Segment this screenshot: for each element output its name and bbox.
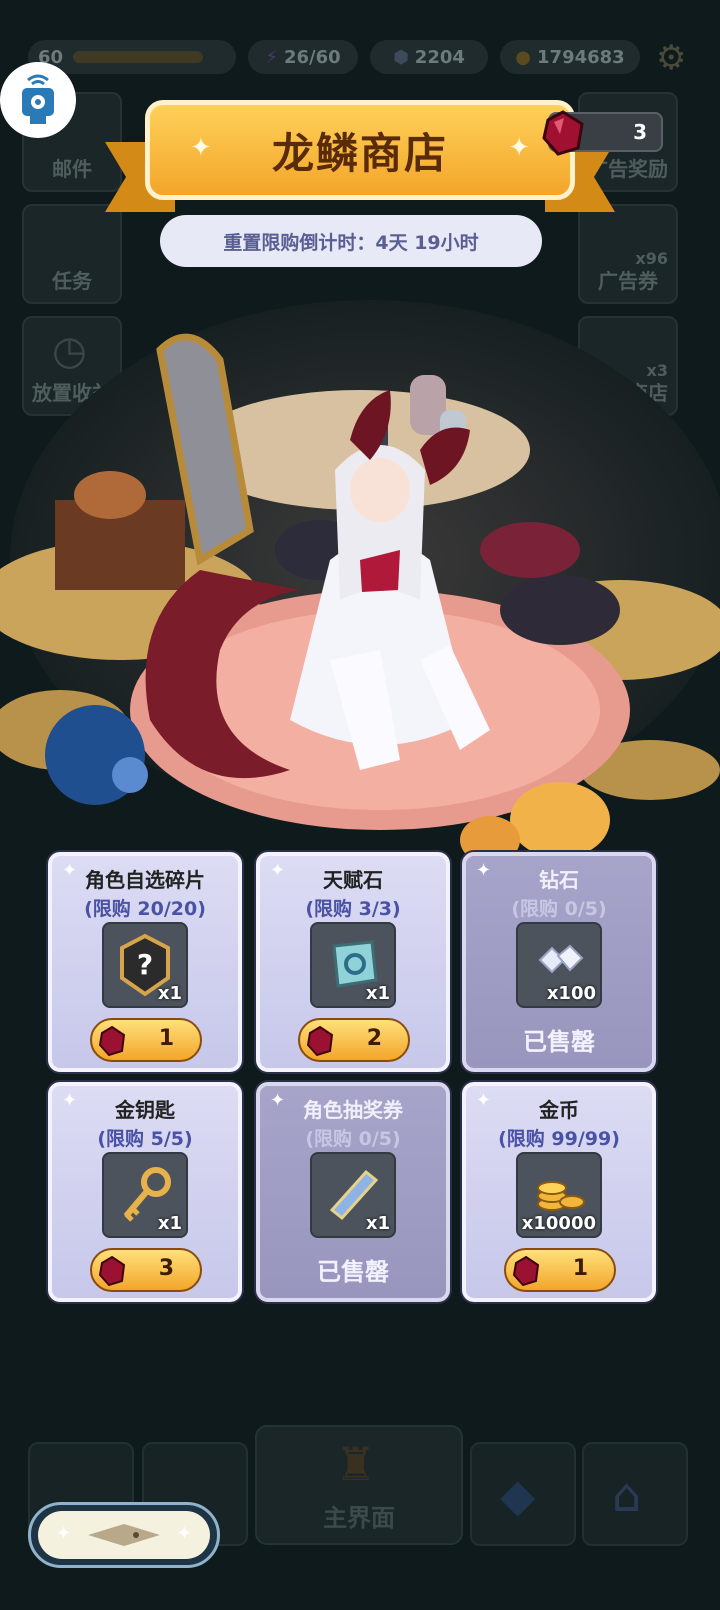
item-purchase-limit: (限购 0/5) [305, 1128, 401, 1150]
sold-out-label: 已售罄 [317, 1258, 389, 1286]
item-purchase-limit: (限购 5/5) [97, 1128, 193, 1150]
item-purchase-limit: (限购 99/99) [498, 1128, 620, 1150]
nav-button[interactable]: ◆ [470, 1442, 576, 1546]
item-name: 天赋石 [323, 868, 383, 892]
shop-title: 龙鳞商店 [271, 128, 448, 178]
dragon-scale-balance-value: 3 [633, 120, 647, 144]
item-name: 金钥匙 [115, 1098, 175, 1122]
item-slot: x1 [310, 1152, 396, 1238]
robot-icon [22, 74, 54, 124]
sparkle-icon: ✦ [56, 1523, 72, 1544]
item-quantity: x1 [365, 983, 390, 1004]
shop-item-card[interactable]: ✦ 角色自选碎片 (限购 20/20) ? x1 1 [48, 852, 242, 1072]
shop-item-card[interactable]: ✦ 金钥匙 (限购 5/5) x1 3 [48, 1082, 242, 1302]
building-icon: ⌂ [612, 1468, 642, 1522]
buy-button[interactable]: 1 [90, 1018, 202, 1062]
gold-counter: ● 1794683 [500, 40, 640, 74]
dragon-girl-illustration [0, 300, 720, 864]
svg-text:?: ? [137, 948, 153, 981]
shop-item-card: ✦ 角色抽奖券 (限购 0/5) x1 已售罄 [256, 1082, 450, 1302]
dragon-scale-gem-icon [538, 108, 588, 163]
item-slot: ? x1 [102, 922, 188, 1008]
main-screen-label: 主界面 [323, 1504, 395, 1532]
item-purchase-limit: (限购 20/20) [84, 898, 206, 920]
item-name: 钻石 [539, 868, 579, 892]
close-shop-button[interactable]: ✦ ✦ [28, 1502, 220, 1568]
item-slot: x10000 [516, 1152, 602, 1238]
item-name: 角色抽奖券 [303, 1098, 403, 1122]
reset-countdown-text: 重置限购倒计时：4天 19小时 [223, 231, 479, 254]
buy-button[interactable]: 3 [90, 1248, 202, 1292]
item-quantity: x1 [157, 1213, 182, 1234]
item-price: 3 [158, 1256, 174, 1281]
item-name: 角色自选碎片 [85, 868, 205, 892]
sparkle-icon: ✦ [190, 133, 212, 163]
buy-button[interactable]: 2 [298, 1018, 410, 1062]
buy-button[interactable]: 1 [504, 1248, 616, 1292]
item-price: 1 [572, 1256, 588, 1281]
item-slot: x1 [310, 922, 396, 1008]
crystal-counter: ⬢ 2204 [370, 40, 488, 74]
reset-countdown: 重置限购倒计时：4天 19小时 [160, 215, 542, 267]
crystal-text: 2204 [414, 46, 465, 68]
ad-ticket-count: x96 [635, 249, 668, 268]
dragon-scale-arrow-icon [88, 1524, 160, 1546]
settings-gear-icon[interactable]: ⚙ [656, 38, 686, 78]
dragon-scale-gem-icon [304, 1025, 336, 1061]
crystal-icon: ⬢ [393, 46, 409, 68]
sparkle-icon: ✦ [176, 1523, 192, 1544]
dragon-scale-gem-icon [96, 1025, 128, 1061]
floating-assist-button[interactable] [0, 62, 76, 138]
item-purchase-limit: (限购 3/3) [305, 898, 401, 920]
item-quantity: x100 [546, 983, 596, 1004]
item-quantity: x1 [365, 1213, 390, 1234]
dragon-scale-balance: 3 [542, 110, 663, 156]
item-quantity: x1 [157, 983, 182, 1004]
item-price: 1 [158, 1026, 174, 1051]
castle-icon: ♜ [335, 1437, 377, 1491]
sold-out-label: 已售罄 [523, 1028, 595, 1056]
dragon-scale-gem-icon [510, 1255, 542, 1291]
shop-title-ribbon: ✦ 龙鳞商店 ✦ [145, 100, 575, 200]
lightning-icon: ⚡ [265, 46, 278, 68]
gold-text: 1794683 [537, 46, 625, 68]
main-screen-nav-button[interactable]: ♜ 主界面 [255, 1425, 463, 1545]
item-slot: x1 [102, 1152, 188, 1238]
item-quantity: x10000 [521, 1213, 596, 1234]
energy-text: 26/60 [283, 46, 341, 68]
ad-ticket-label: 广告券 [598, 269, 658, 293]
close-shop-inner: ✦ ✦ [38, 1511, 210, 1559]
nav-button[interactable]: ⌂ [582, 1442, 688, 1546]
dragon-scale-gem-icon [96, 1255, 128, 1291]
shop-item-card[interactable]: ✦ 金币 (限购 99/99) x10000 1 [462, 1082, 656, 1302]
tasks-label: 任务 [52, 269, 92, 293]
item-purchase-limit: (限购 0/5) [511, 898, 607, 920]
sparkle-icon: ✦ [508, 133, 530, 163]
item-price: 2 [366, 1026, 382, 1051]
level-progress [73, 51, 204, 63]
mail-label: 邮件 [52, 157, 92, 181]
map-icon: ◆ [500, 1468, 536, 1522]
energy-counter: ⚡ 26/60 [248, 40, 358, 74]
gold-coin-icon: ● [515, 46, 532, 68]
shop-item-card: ✦ 钻石 (限购 0/5) x100 已售罄 [462, 852, 656, 1072]
item-slot: x100 [516, 922, 602, 1008]
item-name: 金币 [539, 1098, 579, 1122]
shop-item-card[interactable]: ✦ 天赋石 (限购 3/3) x1 2 [256, 852, 450, 1072]
